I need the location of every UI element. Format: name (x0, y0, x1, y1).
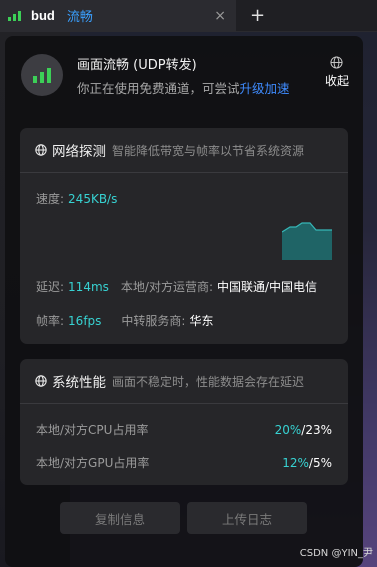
network-probe-card: 网络探测 智能降低带宽与帧率以节省系统资源 速度: 245KB/s 延迟: 11… (20, 128, 348, 344)
cpu-local-value: 20% (274, 422, 302, 437)
new-tab-icon[interactable]: + (250, 5, 265, 26)
upgrade-link[interactable]: 升级加速 (240, 81, 290, 96)
channel-info-text: 你正在使用免费通道，可尝试升级加速 (77, 78, 290, 97)
watermark: CSDN @YIN_尹 (299, 548, 373, 559)
fps-label: 帧率: (36, 314, 65, 328)
carrier-label: 本地/对方运营商: (120, 280, 213, 294)
globe-icon (35, 375, 47, 387)
network-probe-title: 网络探测 (52, 144, 106, 160)
tab-close-icon[interactable]: × (214, 8, 226, 24)
connection-status-panel: 画面流畅 (UDP转发) 你正在使用免费通道，可尝试升级加速 收起 网络探测 智… (5, 36, 363, 567)
latency-value: 114ms (68, 279, 109, 294)
signal-strength-icon (21, 54, 63, 96)
tab-app-name: bud (31, 8, 55, 23)
fps-value: 16fps (68, 313, 102, 328)
globe-icon (35, 144, 47, 156)
cpu-remote-value: /23% (301, 422, 332, 437)
globe-icon (330, 56, 344, 69)
connection-mode-title: 画面流畅 (UDP转发) (77, 57, 197, 73)
system-performance-card: 系统性能 画面不稳定时，性能数据会存在延迟 本地/对方CPU占用率 20%/23… (20, 359, 348, 485)
bandwidth-sparkline (282, 222, 332, 260)
fps-row: 帧率: 16fps 中转服务商: 华东 (36, 312, 332, 329)
cpu-row: 本地/对方CPU占用率 20%/23% (36, 421, 332, 438)
relay-value: 华东 (189, 314, 214, 328)
speed-label: 速度: (36, 192, 65, 206)
speed-value: 245KB/s (68, 191, 118, 206)
gpu-remote-value: /5% (308, 455, 332, 470)
signal-icon (8, 10, 21, 21)
channel-info-prefix: 你正在使用免费通道，可尝试 (77, 80, 240, 96)
gpu-row: 本地/对方GPU占用率 12%/5% (36, 454, 332, 471)
latency-label: 延迟: (36, 280, 65, 294)
network-probe-description: 智能降低带宽与帧率以节省系统资源 (112, 143, 305, 158)
relay-label: 中转服务商: (121, 314, 186, 328)
upload-log-button[interactable]: 上传日志 (187, 502, 307, 534)
latency-row: 延迟: 114ms 本地/对方运营商: 中国联通/中国电信 (36, 278, 332, 295)
speed-row: 速度: 245KB/s (36, 190, 332, 207)
system-performance-title: 系统性能 (52, 375, 106, 391)
gpu-label: 本地/对方GPU占用率 (36, 456, 150, 470)
cpu-label: 本地/对方CPU占用率 (36, 423, 149, 437)
gpu-local-value: 12% (282, 455, 309, 470)
copy-info-button[interactable]: 复制信息 (60, 502, 180, 534)
tab-bud[interactable]: bud 流畅 × (0, 0, 236, 32)
collapse-button[interactable]: 收起 (325, 56, 349, 89)
tab-bar: bud 流畅 × + (0, 0, 377, 32)
tab-status-label: 流畅 (66, 10, 93, 25)
system-performance-description: 画面不稳定时，性能数据会存在延迟 (112, 374, 305, 389)
panel-header: 画面流畅 (UDP转发) 你正在使用免费通道，可尝试升级加速 收起 (5, 36, 363, 114)
collapse-label: 收起 (324, 74, 349, 88)
carrier-value: 中国联通/中国电信 (217, 280, 318, 294)
